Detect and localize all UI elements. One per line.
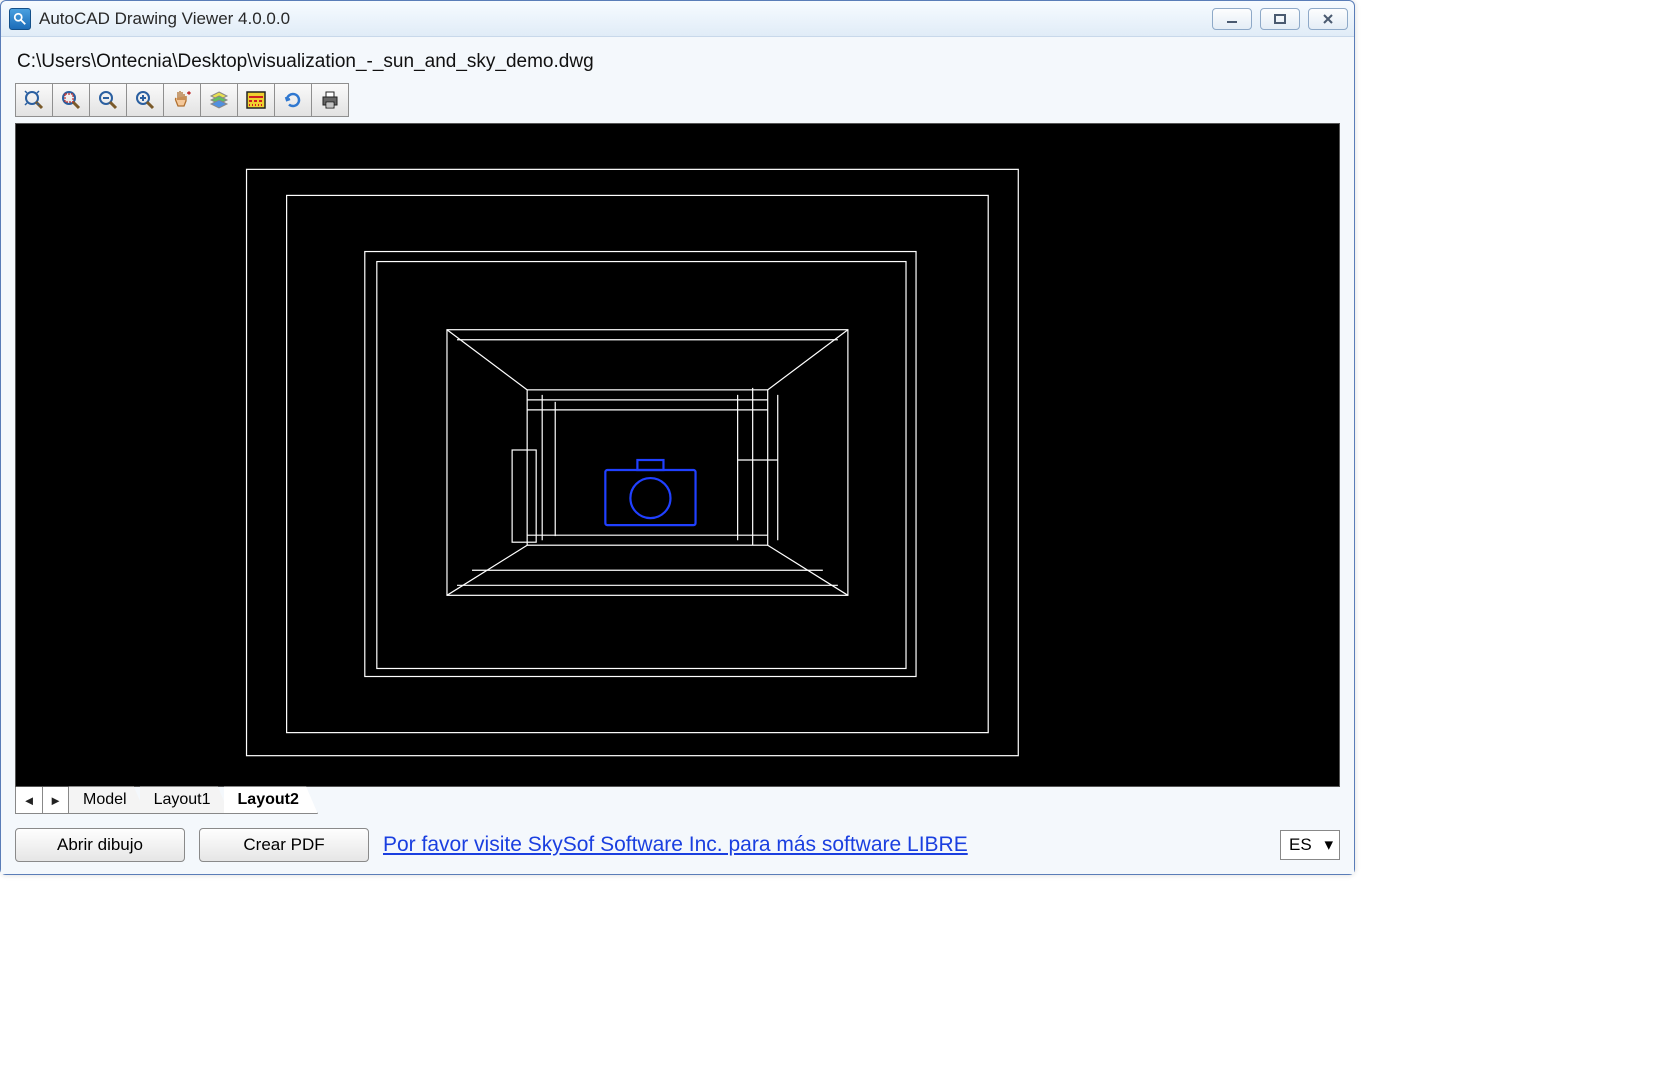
linetype-button[interactable] [237,83,275,117]
drawing-viewport[interactable] [15,123,1340,787]
language-value: ES [1289,835,1312,855]
button-label: Abrir dibujo [57,835,143,855]
tab-layout1[interactable]: Layout1 [140,786,230,814]
tab-model[interactable]: Model [69,786,146,814]
window-controls [1212,8,1348,30]
client-area: C:\Users\Ontecnia\Desktop\visualization_… [1,37,1354,874]
zoom-window-button[interactable] [52,83,90,117]
regen-button[interactable] [274,83,312,117]
chevron-down-icon: ▾ [1324,835,1333,855]
skysof-link[interactable]: Por favor visite SkySof Software Inc. pa… [383,833,968,857]
maximize-button[interactable] [1260,8,1300,30]
language-select[interactable]: ES ▾ [1280,830,1340,860]
tab-scroll-arrows: ◄ ► [15,786,69,814]
minimize-button[interactable] [1212,8,1252,30]
tab-scroll-left[interactable]: ◄ [16,787,42,813]
layers-button[interactable] [200,83,238,117]
toolbar [15,83,1340,117]
zoom-extents-button[interactable] [15,83,53,117]
tab-label: Model [83,791,127,809]
file-path: C:\Users\Ontecnia\Desktop\visualization_… [15,45,1340,83]
tab-label: Layout1 [154,791,211,809]
cad-drawing [16,124,1339,786]
create-pdf-button[interactable]: Crear PDF [199,828,369,862]
bottom-bar: Abrir dibujo Crear PDF Por favor visite … [15,814,1340,862]
tab-label: Layout2 [238,791,299,809]
app-icon [9,8,31,30]
tab-scroll-right[interactable]: ► [42,787,68,813]
close-button[interactable] [1308,8,1348,30]
zoom-out-button[interactable] [89,83,127,117]
print-button[interactable] [311,83,349,117]
app-window: AutoCAD Drawing Viewer 4.0.0.0 C:\Users\… [0,0,1355,875]
zoom-in-button[interactable] [126,83,164,117]
tab-layout2[interactable]: Layout2 [224,786,318,814]
titlebar: AutoCAD Drawing Viewer 4.0.0.0 [1,1,1354,37]
open-drawing-button[interactable]: Abrir dibujo [15,828,185,862]
pan-button[interactable] [163,83,201,117]
layout-tabs: ◄ ► Model Layout1 Layout2 [15,786,1340,814]
button-label: Crear PDF [243,835,324,855]
window-title: AutoCAD Drawing Viewer 4.0.0.0 [39,9,290,29]
